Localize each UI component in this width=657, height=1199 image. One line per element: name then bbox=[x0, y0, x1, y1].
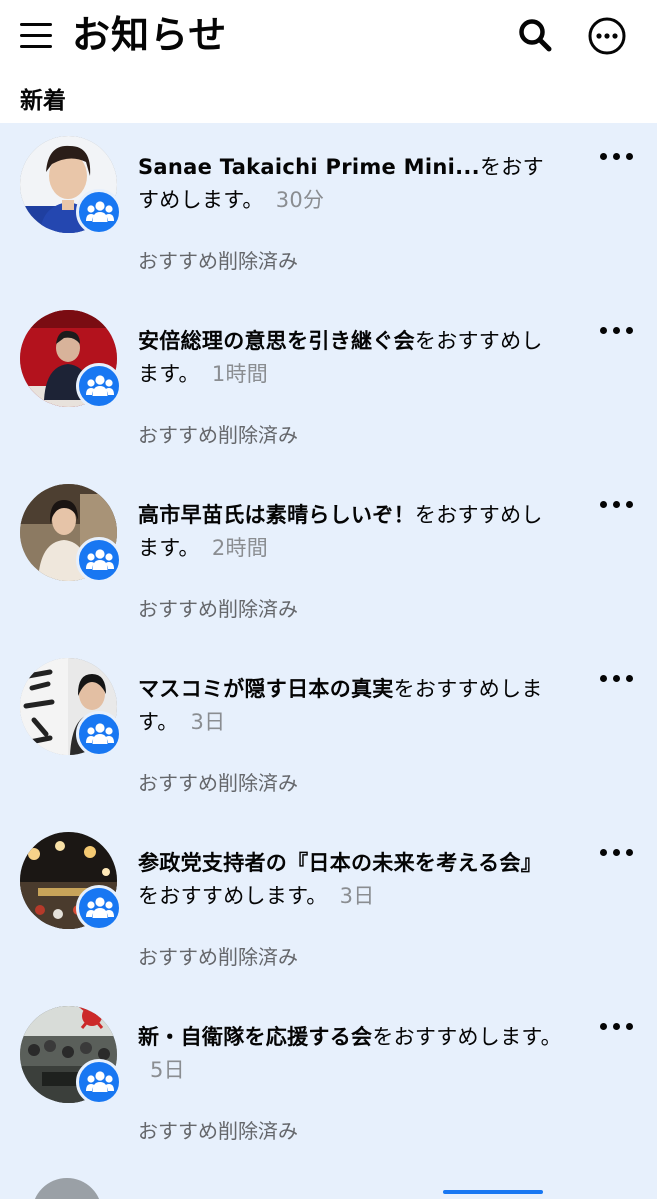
group-badge bbox=[76, 885, 122, 931]
scroll-indicator bbox=[443, 1190, 543, 1194]
timestamp: 1時間 bbox=[211, 362, 269, 386]
timestamp: 30分 bbox=[275, 188, 325, 212]
timestamp: 5日 bbox=[150, 1058, 185, 1082]
item-more-button[interactable] bbox=[597, 145, 637, 169]
group-icon bbox=[86, 201, 114, 222]
ellipsis-icon-dot bbox=[600, 675, 607, 682]
notification-text: Sanae Takaichi Prime Mini...をおすすめします。 30分 bbox=[138, 151, 563, 217]
ellipsis-icon-dot bbox=[613, 327, 620, 334]
notification-text: 新・自衛隊を応援する会をおすすめします。 5日 bbox=[138, 1021, 563, 1087]
timestamp: 2時間 bbox=[211, 536, 269, 560]
ellipsis-icon-dot bbox=[613, 501, 620, 508]
notification-text: 参政党支持者の『日本の未来を考える会』をおすすめします。 3日 bbox=[138, 847, 563, 913]
status-text: おすすめ削除済み bbox=[138, 1119, 298, 1143]
group-badge bbox=[76, 711, 122, 757]
notification-suffix: をおすすめします。 bbox=[372, 1025, 562, 1049]
status-text: おすすめ削除済み bbox=[138, 597, 298, 621]
hamburger-icon-line bbox=[20, 45, 52, 48]
search-button[interactable] bbox=[516, 16, 556, 56]
hamburger-menu-button[interactable] bbox=[18, 20, 54, 52]
notifications-screen: お知らせ 新着 Sanae Takaichi Prime Mini...をおすす… bbox=[0, 0, 657, 1199]
notification-text: マスコミが隠す日本の真実をおすすめします。 3日 bbox=[138, 673, 563, 739]
group-icon bbox=[86, 549, 114, 570]
ellipsis-icon-dot bbox=[613, 1023, 620, 1030]
item-more-button[interactable] bbox=[597, 841, 637, 865]
group-name: 高市早苗氏は素晴らしいぞ！ bbox=[138, 503, 415, 527]
item-more-button[interactable] bbox=[597, 493, 637, 517]
avatar-group bbox=[20, 658, 122, 760]
group-badge bbox=[76, 537, 122, 583]
timestamp: 3日 bbox=[339, 884, 375, 908]
group-name: 参政党支持者の『日本の未来を考える会』 bbox=[138, 851, 543, 875]
notification-item[interactable]: 新・自衛隊を応援する会をおすすめします。 5日 おすすめ削除済み bbox=[0, 993, 657, 1167]
status-text: おすすめ削除済み bbox=[138, 945, 298, 969]
group-name: 新・自衛隊を応援する会 bbox=[138, 1025, 373, 1049]
hamburger-icon-line bbox=[20, 23, 52, 26]
notification-text: 高市早苗氏は素晴らしいぞ！をおすすめします。 2時間 bbox=[138, 499, 563, 565]
search-icon bbox=[519, 19, 552, 52]
group-name: Sanae Takaichi Prime Mini... bbox=[138, 155, 480, 179]
notification-item[interactable]: Sanae Takaichi Prime Mini...をおすすめします。 30分… bbox=[0, 123, 657, 297]
group-badge bbox=[76, 1059, 122, 1105]
status-text: おすすめ削除済み bbox=[138, 423, 298, 447]
item-more-button[interactable] bbox=[597, 1015, 637, 1039]
avatar-group bbox=[20, 832, 122, 934]
ellipsis-icon-dot bbox=[626, 675, 633, 682]
group-name: 安倍総理の意思を引き継ぐ会 bbox=[138, 329, 415, 353]
avatar-group bbox=[20, 136, 122, 238]
avatar-group bbox=[20, 484, 122, 586]
page-title: お知らせ bbox=[72, 13, 228, 57]
notification-item[interactable]: 安倍総理の意思を引き継ぐ会をおすすめします。 1時間 おすすめ削除済み bbox=[0, 297, 657, 471]
ellipsis-icon-dot bbox=[626, 1023, 633, 1030]
section-title-new: 新着 bbox=[20, 88, 66, 114]
more-options-button[interactable] bbox=[587, 16, 627, 56]
notification-text: 安倍総理の意思を引き継ぐ会をおすすめします。 1時間 bbox=[138, 325, 563, 391]
notification-list: Sanae Takaichi Prime Mini...をおすすめします。 30分… bbox=[0, 123, 657, 1199]
ellipsis-icon-dot bbox=[600, 849, 607, 856]
status-text: おすすめ削除済み bbox=[138, 249, 298, 273]
avatar-group bbox=[20, 310, 122, 412]
ellipsis-icon-dot bbox=[626, 501, 633, 508]
notification-item[interactable]: 参政党支持者の『日本の未来を考える会』をおすすめします。 3日 おすすめ削除済み bbox=[0, 819, 657, 993]
group-icon bbox=[86, 723, 114, 744]
group-icon bbox=[86, 897, 114, 918]
group-name: マスコミが隠す日本の真実 bbox=[138, 677, 394, 701]
ellipsis-icon-dot bbox=[626, 153, 633, 160]
more-circle-icon bbox=[588, 17, 626, 55]
ellipsis-icon-dot bbox=[613, 153, 620, 160]
group-icon bbox=[86, 1071, 114, 1092]
item-more-button[interactable] bbox=[597, 319, 637, 343]
timestamp: 3日 bbox=[190, 710, 226, 734]
notification-item[interactable]: 高市早苗氏は素晴らしいぞ！をおすすめします。 2時間 おすすめ削除済み bbox=[0, 471, 657, 645]
status-text: おすすめ削除済み bbox=[138, 771, 298, 795]
ellipsis-icon-dot bbox=[600, 153, 607, 160]
ellipsis-icon-dot bbox=[600, 327, 607, 334]
ellipsis-icon-dot bbox=[600, 501, 607, 508]
avatar-group bbox=[20, 1006, 122, 1108]
ellipsis-icon-dot bbox=[626, 327, 633, 334]
ellipsis-icon-dot bbox=[613, 849, 620, 856]
group-badge bbox=[76, 189, 122, 235]
group-badge bbox=[76, 363, 122, 409]
ellipsis-icon-dot bbox=[626, 849, 633, 856]
item-more-button[interactable] bbox=[597, 667, 637, 691]
top-bar: お知らせ bbox=[0, 0, 657, 72]
notification-suffix: をおすすめします。 bbox=[138, 884, 328, 908]
notification-item[interactable]: マスコミが隠す日本の真実をおすすめします。 3日 おすすめ削除済み bbox=[0, 645, 657, 819]
hamburger-icon-line bbox=[20, 34, 52, 37]
ellipsis-icon-dot bbox=[600, 1023, 607, 1030]
ellipsis-icon-dot bbox=[613, 675, 620, 682]
group-icon bbox=[86, 375, 114, 396]
